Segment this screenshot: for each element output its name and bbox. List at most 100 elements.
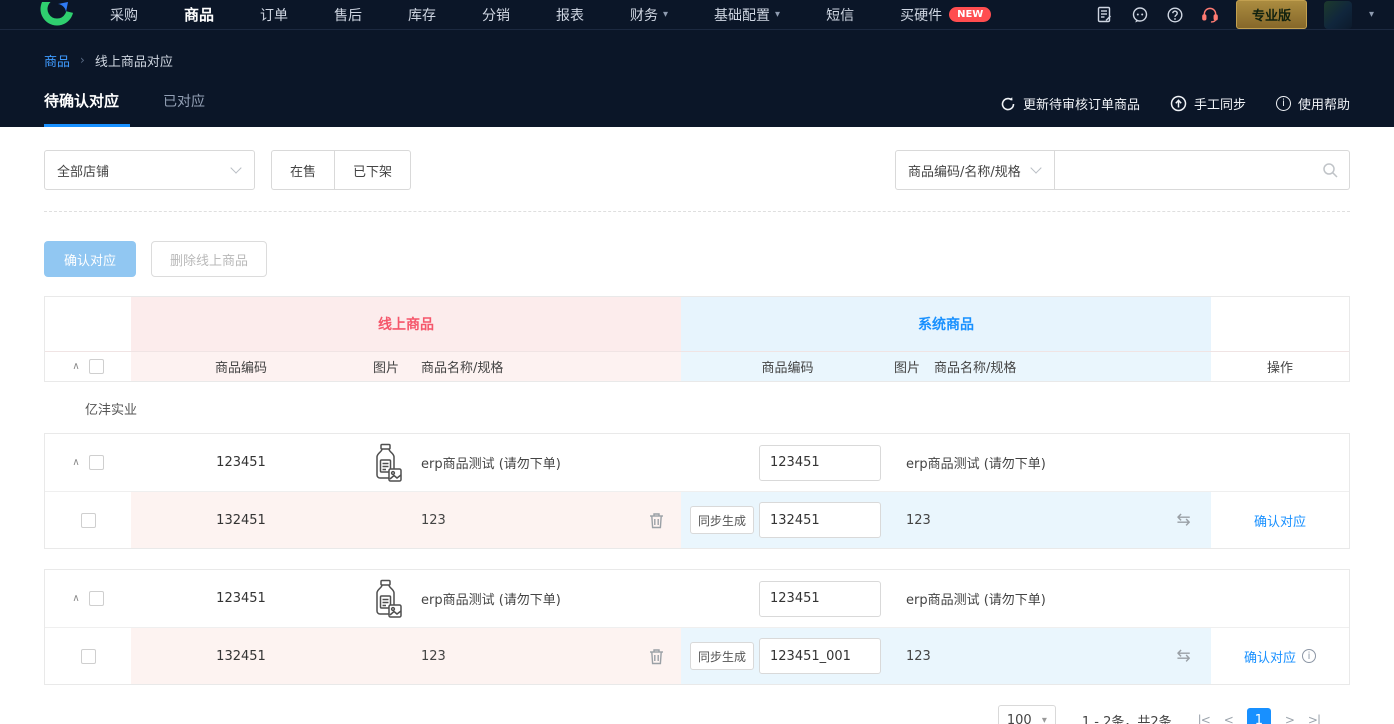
sync-generate-button[interactable]: 同步生成 [690,506,755,534]
app-logo-icon[interactable] [40,1,74,28]
system-product-name: 123 [906,648,931,664]
nav-item-orders[interactable]: 订单 [260,5,288,25]
product-group-2: ∧ 123451 erp商品测试 (请勿下单) 123451 erp商品测试 (… [44,569,1350,685]
trash-icon[interactable] [649,512,664,529]
chevron-down-icon: ▾ [775,9,781,20]
tab-pending-match[interactable]: 待确认对应 [44,80,119,127]
nav-item-reports[interactable]: 报表 [556,5,584,25]
headset-icon[interactable] [1201,6,1219,24]
collapse-row-icon[interactable]: ∧ [72,457,79,468]
system-code-input[interactable] [759,502,881,538]
breadcrumb-root[interactable]: 商品 [44,51,70,70]
page-size-select[interactable]: 100 ▾ [997,705,1056,724]
confirm-match-button[interactable]: 确认对应 [44,241,137,277]
nav-item-buy-hardware[interactable]: 买硬件 NEW [900,5,992,25]
nav-item-finance[interactable]: 财务 ▾ [630,5,668,25]
search-area: 商品编码/名称/规格 [895,150,1350,190]
table-header-columns: ∧ 商品编码 图片 商品名称/规格 商品编码 图片 商品名称/规格 操作 [45,351,1349,381]
system-name-column-header: 商品名称/规格 [934,361,1017,376]
toolbar: 确认对应 删除线上商品 [44,241,1350,277]
system-code-input[interactable] [759,638,881,674]
system-code-input[interactable] [759,444,881,481]
chat-icon[interactable] [1131,6,1149,24]
nav-items: 采购 商品 订单 售后 库存 分销 报表 财务 ▾ 基础配置 ▾ 短信 买硬件 NEW [110,4,992,25]
online-product-name: erp商品测试 (请勿下单) [421,457,561,472]
next-page-button[interactable]: > [1285,713,1295,724]
product-image-icon [376,579,402,618]
delete-online-product-button[interactable]: 删除线上商品 [151,241,268,277]
refresh-icon [1001,96,1015,110]
manual-sync-action[interactable]: 手工同步 [1170,94,1246,113]
nav-item-sms[interactable]: 短信 [826,5,854,25]
system-code-input[interactable] [759,580,881,617]
search-input[interactable] [1065,151,1322,189]
collapse-row-icon[interactable]: ∧ [72,593,79,604]
offsale-button[interactable]: 已下架 [334,150,412,190]
sync-generate-button[interactable]: 同步生成 [690,642,755,670]
info-icon: i [1275,96,1291,111]
row-checkbox[interactable] [80,512,96,528]
top-header: 采购 商品 订单 售后 库存 分销 报表 财务 ▾ 基础配置 ▾ 短信 买硬件 NEW [0,0,1394,127]
table-row: ∧ 123451 erp商品测试 (请勿下单) 123451 erp商品测试 (… [45,570,1349,627]
help-icon[interactable] [1166,6,1184,24]
row-checkbox[interactable] [88,455,104,470]
select-all-checkbox[interactable] [88,359,104,374]
swap-icon[interactable]: ⇆ [1176,646,1190,666]
search-icon[interactable] [1322,162,1339,179]
row-checkbox[interactable] [80,648,96,664]
onsale-button[interactable]: 在售 [271,150,335,190]
document-icon[interactable] [1096,6,1114,24]
current-page-button[interactable]: 1 [1246,708,1271,724]
online-image-column-header: 图片 [372,361,399,376]
confirm-match-link[interactable]: 确认对应 [1254,511,1306,530]
sale-status-toggle: 在售 已下架 [271,150,412,190]
online-product-code: 123451 [216,455,266,470]
nav-item-inventory[interactable]: 库存 [408,5,436,25]
chevron-down-icon: ▾ [1041,714,1047,724]
online-code-column-header: 商品编码 [214,361,267,376]
pro-version-button[interactable]: 专业版 [1235,0,1307,29]
swap-icon[interactable]: ⇆ [1176,510,1190,530]
online-product-header: 线上商品 [378,317,434,333]
prev-page-button[interactable]: < [1224,713,1234,724]
refresh-pending-orders-action[interactable]: 更新待审核订单商品 [1000,94,1140,113]
table-row: 132451 123 同步生成 123 ⇆ 确认对应 [45,491,1349,548]
info-icon[interactable]: i [1302,649,1316,663]
new-badge: NEW [949,7,992,22]
help-guide-action[interactable]: i 使用帮助 [1275,94,1350,113]
header-actions: 更新待审核订单商品 手工同步 i 使用帮助 [1000,94,1350,127]
nav-item-purchase[interactable]: 采购 [110,5,138,25]
last-page-button[interactable]: >| [1308,713,1321,724]
search-type-select[interactable]: 商品编码/名称/规格 [895,150,1055,190]
page-content: 全部店铺 在售 已下架 商品编码/名称/规格 确认对应 删除线上商品 线上商品 … [0,150,1394,724]
collapse-all-icon[interactable]: ∧ [72,361,79,372]
nav-item-products[interactable]: 商品 [184,4,214,25]
online-product-code: 132451 [216,512,266,528]
online-product-name: erp商品测试 (请勿下单) [421,593,561,608]
confirm-match-link[interactable]: 确认对应 [1244,647,1296,666]
shop-select[interactable]: 全部店铺 [44,150,255,190]
table-row: 132451 123 同步生成 123 ⇆ 确认对应 [45,627,1349,684]
main-navbar: 采购 商品 订单 售后 库存 分销 报表 财务 ▾ 基础配置 ▾ 短信 买硬件 NEW [0,0,1394,30]
trash-icon[interactable] [649,648,664,665]
breadcrumb-current: 线上商品对应 [94,54,173,70]
breadcrumb: 商品 › 线上商品对应 [0,30,1394,78]
breadcrumb-separator: › [80,53,85,67]
chevron-down-icon [1030,162,1042,174]
system-product-header: 系统商品 [918,317,974,333]
online-product-code: 123451 [216,591,266,606]
nav-item-distribution[interactable]: 分销 [482,5,510,25]
user-menu-chevron-icon[interactable]: ▾ [1369,9,1374,20]
row-checkbox[interactable] [88,591,104,606]
avatar[interactable] [1323,0,1352,29]
filter-row: 全部店铺 在售 已下架 商品编码/名称/规格 [44,150,1350,190]
tab-matched[interactable]: 已对应 [163,81,205,127]
nav-right-cluster: 专业版 ▾ [1096,0,1374,29]
pagination-range-text: 1 - 2条，共2条 [1081,714,1172,724]
online-product-name: 123 [421,648,446,664]
nav-item-aftersale[interactable]: 售后 [334,5,362,25]
table-header-groups: 线上商品 系统商品 [45,297,1349,351]
first-page-button[interactable]: |< [1198,713,1211,724]
upload-circle-icon [1170,95,1187,112]
nav-item-settings[interactable]: 基础配置 ▾ [714,5,780,25]
